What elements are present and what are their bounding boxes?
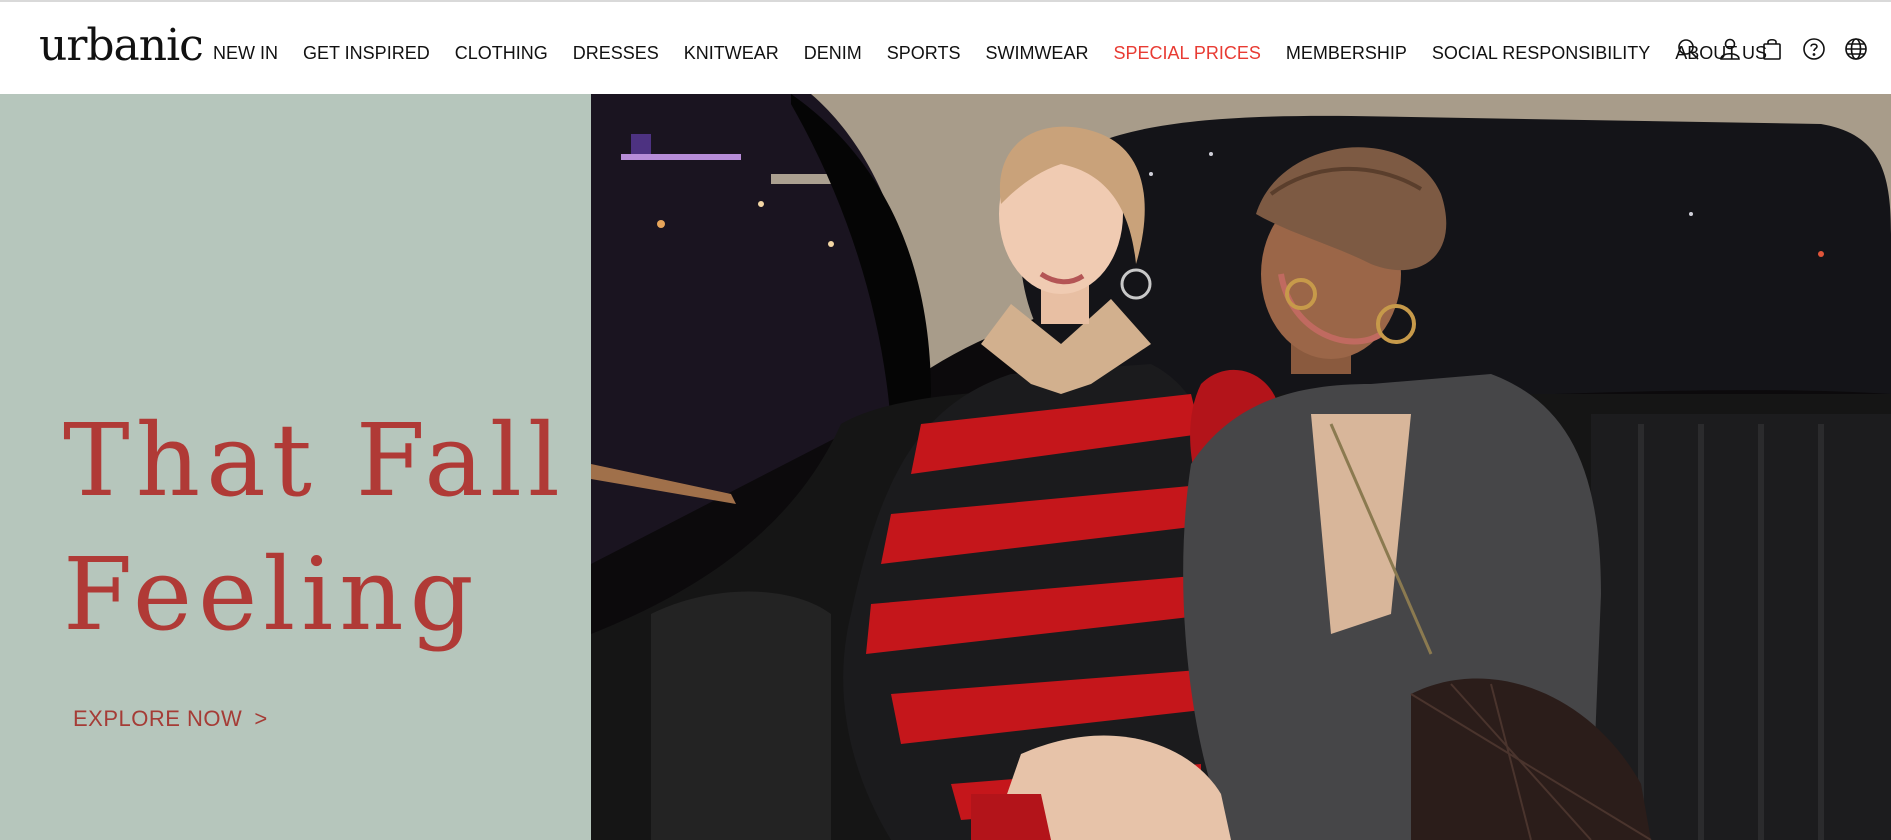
nav-item-new-in[interactable]: NEW IN [213,36,278,70]
explore-now-link[interactable]: EXPLORE NOW > [73,706,268,732]
hero-banner: That Fall Feeling EXPLORE NOW > [0,94,1891,840]
site-header: urbanic NEW IN GET INSPIRED CLOTHING DRE… [0,2,1891,94]
nav-item-special-prices[interactable]: SPECIAL PRICES [1113,36,1260,70]
account-icon[interactable] [1717,34,1743,64]
nav-item-clothing[interactable]: CLOTHING [455,36,548,70]
search-icon[interactable] [1675,34,1701,64]
bag-icon[interactable] [1759,34,1785,64]
hero-title-line-1: That Fall [63,402,566,519]
help-icon[interactable] [1801,34,1827,64]
nav-item-get-inspired[interactable]: GET INSPIRED [303,36,430,70]
hero-title: That Fall Feeling [63,394,583,662]
globe-icon[interactable] [1843,34,1869,64]
nav-item-membership[interactable]: MEMBERSHIP [1286,36,1407,70]
nav-item-denim[interactable]: DENIM [804,36,862,70]
hero-photo-illustration [591,94,1891,840]
explore-now-label: EXPLORE NOW [73,706,243,731]
nav-item-dresses[interactable]: DRESSES [573,36,659,70]
chevron-right-icon: > [254,706,268,731]
hero-photo[interactable] [591,94,1891,840]
brand-logo[interactable]: urbanic [39,20,204,72]
hero-title-line-2: Feeling [63,536,480,653]
nav-item-sports[interactable]: SPORTS [887,36,961,70]
nav-item-knitwear[interactable]: KNITWEAR [684,36,779,70]
header-icons [1675,34,1869,64]
nav-item-social-responsibility[interactable]: SOCIAL RESPONSIBILITY [1432,36,1650,70]
hero-text-panel: That Fall Feeling EXPLORE NOW > [0,94,591,840]
nav-item-swimwear[interactable]: SWIMWEAR [985,36,1088,70]
main-nav: NEW IN GET INSPIRED CLOTHING DRESSES KNI… [213,36,1792,70]
